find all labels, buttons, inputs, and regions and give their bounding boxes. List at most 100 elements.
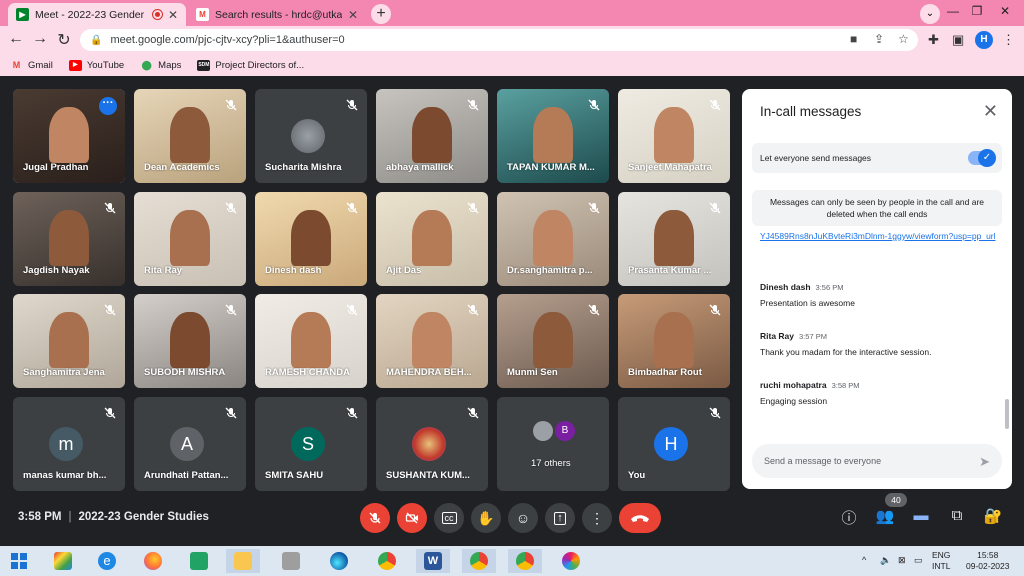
start-button[interactable] xyxy=(2,549,36,573)
mic-off-icon xyxy=(709,304,721,316)
info-icon: ⓘ xyxy=(841,510,857,527)
participant-tile[interactable]: B 17 others xyxy=(497,397,609,491)
bookmark-maps[interactable]: ⬤ Maps xyxy=(140,60,182,71)
bookmark-gmail[interactable]: M Gmail xyxy=(10,60,53,71)
taskbar-app-scanner[interactable] xyxy=(274,549,308,573)
participant-tile[interactable]: S SMITA SAHU xyxy=(255,397,367,491)
taskbar-app-explorer[interactable] xyxy=(226,549,260,573)
close-panel-button[interactable]: ✕ xyxy=(983,101,998,122)
people-button[interactable]: 👥 xyxy=(874,507,896,525)
message-input-placeholder: Send a message to everyone xyxy=(764,456,882,466)
captions-button[interactable]: cc xyxy=(434,503,464,533)
network-icon[interactable]: ⊠ xyxy=(898,555,906,566)
taskbar-app-photos[interactable] xyxy=(554,549,588,573)
share-icon[interactable]: ⇪ xyxy=(874,32,884,46)
camera-icon[interactable]: ■ xyxy=(850,32,857,46)
let-everyone-send-toggle[interactable]: ✓ xyxy=(968,149,996,167)
participant-tile[interactable]: MAHENDRA BEH... xyxy=(376,294,488,388)
language-indicator[interactable]: ENG INTL xyxy=(932,550,950,572)
participant-tile[interactable]: abhaya mallick xyxy=(376,89,488,183)
bookmark-project-directors[interactable]: SDM Project Directors of... xyxy=(197,59,304,71)
tab-meet[interactable]: ▶ Meet - 2022-23 Gender Stu ✕ xyxy=(8,3,186,26)
more-vert-icon: ⋮ xyxy=(590,509,604,526)
message-input[interactable]: Send a message to everyone ➤ xyxy=(752,444,1002,478)
profile-avatar[interactable]: H xyxy=(975,31,993,49)
participant-tile[interactable]: Prasanta Kumar ... xyxy=(618,192,730,286)
reload-button[interactable]: ↻ xyxy=(54,30,74,50)
tab-title: Search results - hrdc@utkalunive xyxy=(215,8,342,21)
participant-name: manas kumar bh... xyxy=(23,470,107,481)
participant-tile[interactable]: Dr.sanghamitra p... xyxy=(497,192,609,286)
taskbar-app-chrome-profile-h[interactable] xyxy=(462,549,496,573)
camera-button[interactable] xyxy=(397,503,427,533)
participant-tile[interactable]: Dean Academics xyxy=(134,89,246,183)
taskbar-app-firefox[interactable] xyxy=(136,549,170,573)
forward-button[interactable]: → xyxy=(30,30,50,48)
window-close-button[interactable]: ✕ xyxy=(990,0,1020,22)
taskbar-app-sheets[interactable] xyxy=(182,549,216,573)
bookmark-star-icon[interactable]: ☆ xyxy=(898,32,909,46)
form-link[interactable]: https://docs.google.com/forms/d/e/1FAIpQ… xyxy=(760,230,1000,243)
participant-tile[interactable]: SUSHANTA KUM... xyxy=(376,397,488,491)
reactions-button[interactable]: ☺ xyxy=(508,503,538,533)
participant-tile[interactable]: Sucharita Mishra xyxy=(255,89,367,183)
extensions-icon[interactable]: ✚ xyxy=(928,32,939,48)
taskbar-app-chrome[interactable] xyxy=(370,549,404,573)
more-options-icon[interactable]: ··· xyxy=(99,97,117,115)
participant-tile[interactable]: Munmi Sen xyxy=(497,294,609,388)
activities-button[interactable]: ⧉ xyxy=(946,507,968,524)
address-bar[interactable]: 🔒 meet.google.com/pjc-cjtv-xcy?pli=1&aut… xyxy=(80,29,918,51)
tray-chevron-icon[interactable]: ^ xyxy=(862,555,866,565)
microphone-button[interactable] xyxy=(360,503,390,533)
mic-off-icon xyxy=(346,202,358,214)
participant-silhouette xyxy=(49,107,89,163)
participant-tile[interactable]: SUBODH MISHRA xyxy=(134,294,246,388)
taskbar-app-paint[interactable] xyxy=(46,549,80,573)
raise-hand-button[interactable]: ✋ xyxy=(471,503,501,533)
participant-tile[interactable]: TAPAN KUMAR M... xyxy=(497,89,609,183)
system-clock[interactable]: 15:58 09-02-2023 xyxy=(966,550,1009,572)
participant-tile[interactable]: Ajit Das xyxy=(376,192,488,286)
send-icon[interactable]: ➤ xyxy=(979,454,990,470)
participant-tile[interactable]: Bimbadhar Rout xyxy=(618,294,730,388)
participant-tile[interactable]: Sanjeet Mahapatra xyxy=(618,89,730,183)
chat-button[interactable]: ▬ xyxy=(910,507,932,524)
side-panel-icon[interactable]: ▣ xyxy=(952,32,964,48)
participant-name: SMITA SAHU xyxy=(265,470,324,481)
taskbar-app-chrome-2[interactable] xyxy=(508,549,542,573)
leave-call-button[interactable] xyxy=(619,503,661,533)
taskbar-app-ie[interactable]: e xyxy=(90,549,124,573)
emoji-icon: ☺ xyxy=(515,510,531,526)
participant-tile[interactable]: A Arundhati Pattan... xyxy=(134,397,246,491)
participant-tile[interactable]: H You xyxy=(618,397,730,491)
battery-icon[interactable]: ▭ xyxy=(914,555,923,566)
participant-tile[interactable]: Sanghamitra Jena xyxy=(13,294,125,388)
more-options-button[interactable]: ⋮ xyxy=(582,503,612,533)
back-button[interactable]: ← xyxy=(6,30,26,48)
participant-tile[interactable]: ··· Jugal Pradhan xyxy=(13,89,125,183)
close-icon[interactable]: ✕ xyxy=(348,8,358,22)
chat-icon: ▬ xyxy=(913,507,929,524)
taskbar-app-edge[interactable] xyxy=(322,549,356,573)
tab-search-button[interactable]: ⌄ xyxy=(920,4,940,24)
participant-tile[interactable]: m manas kumar bh... xyxy=(13,397,125,491)
meeting-details-button[interactable]: ⓘ xyxy=(838,507,860,528)
new-tab-button[interactable]: + xyxy=(371,4,391,24)
menu-icon[interactable]: ⋮ xyxy=(1002,32,1015,48)
close-icon[interactable]: ✕ xyxy=(168,8,178,22)
present-button[interactable]: ↑ xyxy=(545,503,575,533)
restore-button[interactable]: ❐ xyxy=(962,0,992,22)
participant-tile[interactable]: Rita Ray xyxy=(134,192,246,286)
volume-icon[interactable]: 🔈 xyxy=(880,555,891,566)
chat-scrollbar[interactable] xyxy=(1005,399,1009,429)
participant-tile[interactable]: Jagdish Nayak xyxy=(13,192,125,286)
participant-tile[interactable]: RAMESH CHANDA xyxy=(255,294,367,388)
message-list[interactable]: https://docs.google.com/forms/d/e/1FAIpQ… xyxy=(742,230,1012,430)
taskbar-app-word[interactable]: W xyxy=(416,549,450,573)
participant-tile[interactable]: Dinesh dash xyxy=(255,192,367,286)
tab-search-results[interactable]: M Search results - hrdc@utkalunive ✕ xyxy=(188,3,366,26)
bookmark-youtube[interactable]: ▶ YouTube xyxy=(68,59,124,71)
mic-off-icon xyxy=(225,304,237,316)
message-time: 3:57 PM xyxy=(799,332,827,341)
host-controls-button[interactable]: 🔐 xyxy=(982,507,1004,525)
